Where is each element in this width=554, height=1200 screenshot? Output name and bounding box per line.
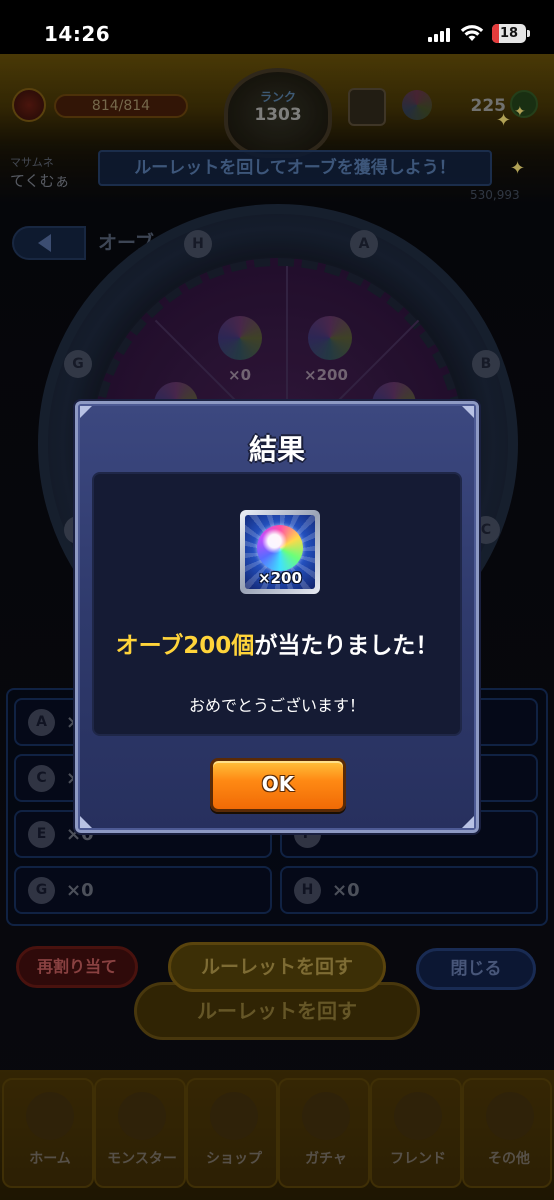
corner-ornament <box>80 816 92 828</box>
corner-ornament <box>462 816 474 828</box>
result-dialog: 結果 ×200 オーブ200個が当たりました！ おめでとうございます！ OK <box>75 401 479 833</box>
status-bar: 14:26 18 <box>0 0 554 54</box>
status-time: 14:26 <box>44 22 111 46</box>
reward-card: ×200 <box>240 510 320 594</box>
congrats-message: おめでとうございます！ <box>188 696 365 715</box>
battery-icon: 18 <box>492 24 530 43</box>
reward-quantity: ×200 <box>258 569 302 587</box>
rainbow-orb-icon <box>257 525 303 571</box>
result-panel: ×200 オーブ200個が当たりました！ おめでとうございます！ <box>92 472 462 736</box>
dialog-title: 結果 <box>248 433 305 466</box>
result-message: オーブ200個が当たりました！ <box>94 626 460 660</box>
result-highlight: オーブ200個 <box>115 633 255 659</box>
wifi-icon <box>460 25 484 41</box>
corner-ornament <box>462 406 474 418</box>
reward-card-bg: ×200 <box>245 515 315 589</box>
result-rest: が当たりました！ <box>254 633 439 659</box>
ok-button[interactable]: OK <box>210 758 346 812</box>
cellular-signal-icon <box>428 28 454 42</box>
corner-ornament <box>80 406 92 418</box>
